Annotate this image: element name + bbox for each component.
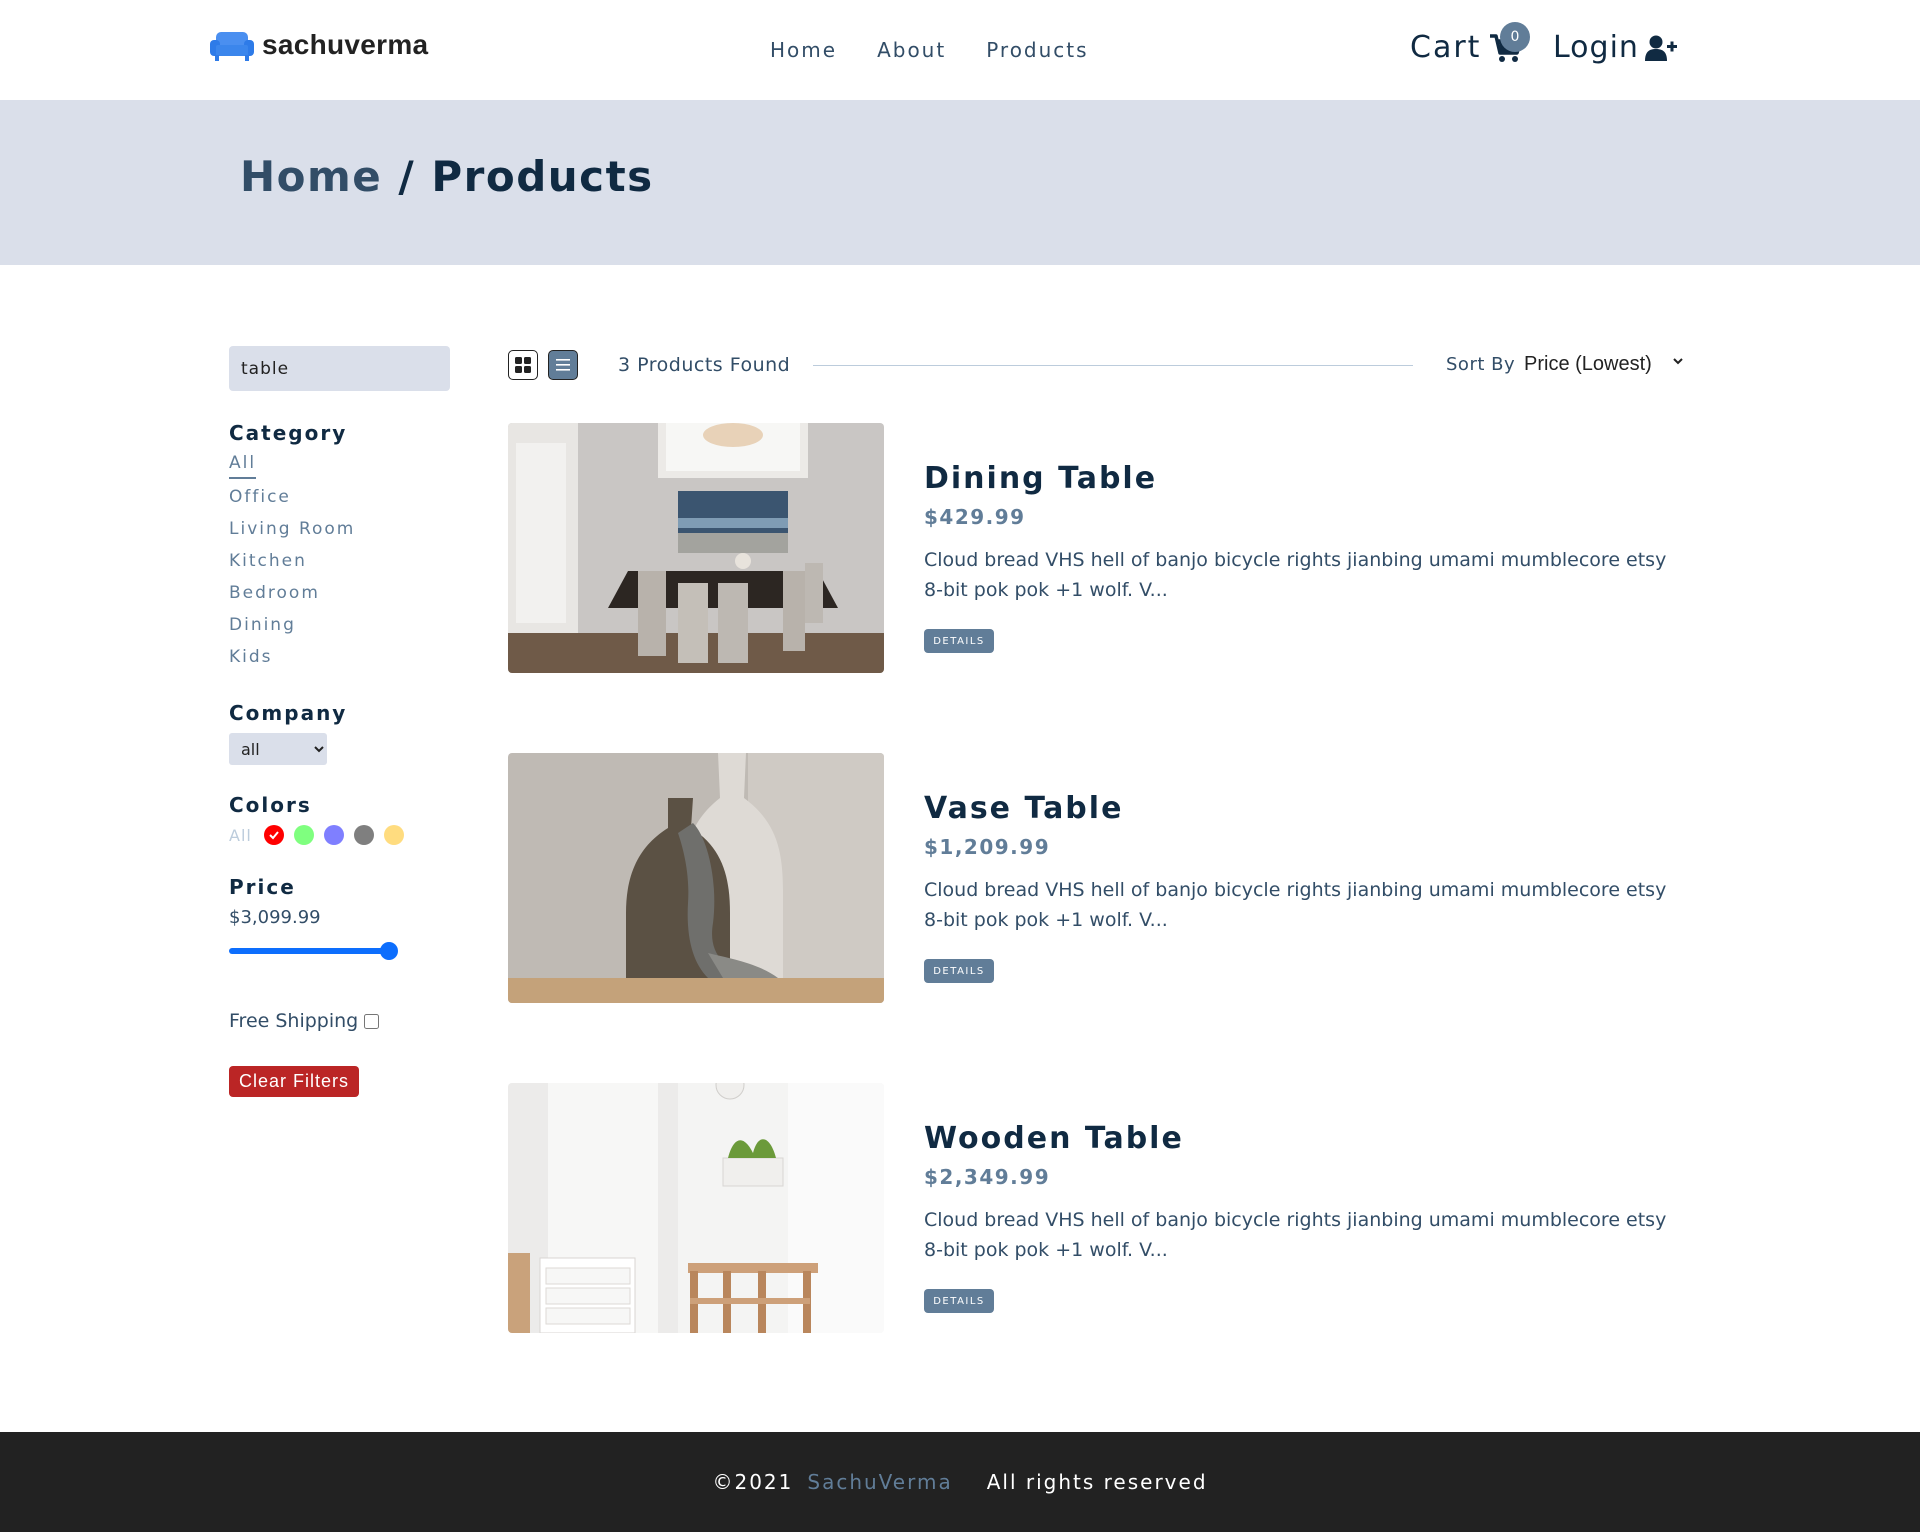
details-button[interactable]: DETAILS xyxy=(924,959,994,983)
details-button[interactable]: DETAILS xyxy=(924,629,994,653)
product-card: Wooden Table $2,349.99 Cloud bread VHS h… xyxy=(508,1083,1688,1333)
breadcrumb-current: Products xyxy=(431,152,654,201)
product-name: Dining Table xyxy=(924,461,1158,496)
search-input[interactable] xyxy=(229,346,450,391)
nav-links: Home About Products xyxy=(770,38,1089,62)
nav-link-about[interactable]: About xyxy=(877,38,946,62)
list-icon xyxy=(556,359,570,371)
check-icon xyxy=(269,831,279,840)
brand-name: sachuverma xyxy=(262,29,429,60)
login-button[interactable]: Login xyxy=(1553,30,1677,65)
category-item-bedroom[interactable]: Bedroom xyxy=(229,583,320,603)
product-price: $1,209.99 xyxy=(924,835,1051,859)
category-item-dining[interactable]: Dining xyxy=(229,615,296,635)
footer-rights: All rights reserved xyxy=(986,1470,1208,1494)
price-title: Price xyxy=(229,875,296,899)
nav-link-products[interactable]: Products xyxy=(986,38,1088,62)
footer-copyright: ©2021 xyxy=(712,1470,794,1494)
product-card: Vase Table $1,209.99 Cloud bread VHS hel… xyxy=(508,753,1688,1003)
free-shipping-row: Free Shipping xyxy=(229,1010,459,1032)
products-toolbar: 3 Products Found Sort By Price (Lowest) xyxy=(508,348,1688,382)
product-price: $2,349.99 xyxy=(924,1165,1051,1189)
company-title: Company xyxy=(229,701,348,725)
color-swatch-black[interactable] xyxy=(353,825,374,845)
product-description: Cloud bread VHS hell of banjo bicycle ri… xyxy=(924,549,1667,601)
footer: ©2021 SachuVerma All rights reserved xyxy=(0,1432,1920,1532)
product-image-vase-table[interactable] xyxy=(508,753,884,1003)
products-found-count: 3 Products Found xyxy=(618,354,791,376)
dining-room-photo xyxy=(508,423,884,673)
category-list: All Office Living Room Kitchen Bedroom D… xyxy=(229,453,459,679)
company-select[interactable]: all xyxy=(229,733,327,765)
category-item-all[interactable]: All xyxy=(229,453,257,479)
color-swatch-green[interactable] xyxy=(293,825,314,845)
category-item-kids[interactable]: Kids xyxy=(229,647,273,667)
clear-filters-button[interactable]: Clear Filters xyxy=(229,1066,360,1097)
product-image-wooden-table[interactable] xyxy=(508,1083,884,1333)
footer-brand: SachuVerma xyxy=(807,1470,953,1494)
price-value: $3,099.99 xyxy=(229,907,321,928)
details-button[interactable]: DETAILS xyxy=(924,1289,994,1313)
color-swatches: All xyxy=(229,825,459,845)
cart-label: Cart xyxy=(1410,30,1482,65)
color-swatch-red[interactable] xyxy=(263,825,284,845)
colors-title: Colors xyxy=(229,793,312,817)
product-image-dining-table[interactable] xyxy=(508,423,884,673)
product-description: Cloud bread VHS hell of banjo bicycle ri… xyxy=(924,1209,1667,1261)
breadcrumb: Home / Products xyxy=(240,152,654,201)
cart-count-badge: 0 xyxy=(1500,22,1530,52)
sort-label: Sort By xyxy=(1446,354,1516,375)
list-view-button[interactable] xyxy=(548,350,578,380)
chevron-down-icon xyxy=(1673,358,1683,365)
category-item-kitchen[interactable]: Kitchen xyxy=(229,551,307,571)
product-price: $429.99 xyxy=(924,505,1026,529)
free-shipping-label: Free Shipping xyxy=(229,1010,359,1032)
color-swatch-yellow[interactable] xyxy=(383,825,404,845)
product-description: Cloud bread VHS hell of banjo bicycle ri… xyxy=(924,879,1667,931)
category-item-living-room[interactable]: Living Room xyxy=(229,519,355,539)
free-shipping-checkbox[interactable] xyxy=(364,1013,380,1029)
price-slider-track xyxy=(229,948,389,954)
breadcrumb-home-link[interactable]: Home xyxy=(240,152,382,201)
breadcrumb-separator: / xyxy=(382,152,432,201)
wooden-table-photo xyxy=(508,1083,884,1333)
product-card: Dining Table $429.99 Cloud bread VHS hel… xyxy=(508,423,1688,673)
sort-select[interactable]: Price (Lowest) xyxy=(1524,348,1688,380)
filters-sidebar: Category All Office Living Room Kitchen … xyxy=(229,346,459,1097)
product-name: Vase Table xyxy=(924,791,1124,826)
toolbar-divider xyxy=(813,365,1413,366)
color-swatch-blue[interactable] xyxy=(323,825,344,845)
product-name: Wooden Table xyxy=(924,1121,1184,1156)
user-plus-icon xyxy=(1644,35,1677,61)
page-hero: Home / Products xyxy=(0,100,1920,265)
price-slider[interactable] xyxy=(229,940,398,962)
category-item-office[interactable]: Office xyxy=(229,487,291,507)
category-title: Category xyxy=(229,421,348,445)
price-slider-thumb[interactable] xyxy=(380,942,398,960)
login-label: Login xyxy=(1553,30,1639,65)
color-all-option[interactable]: All xyxy=(229,826,252,845)
grid-icon xyxy=(515,357,531,373)
sofa-logo-icon xyxy=(210,32,254,61)
nav-link-home[interactable]: Home xyxy=(770,38,837,62)
logo[interactable]: sachuverma xyxy=(210,28,428,62)
vase-photo xyxy=(508,753,884,1003)
navbar: sachuverma Home About Products Cart 0 Lo… xyxy=(0,0,1920,100)
grid-view-button[interactable] xyxy=(508,350,538,380)
